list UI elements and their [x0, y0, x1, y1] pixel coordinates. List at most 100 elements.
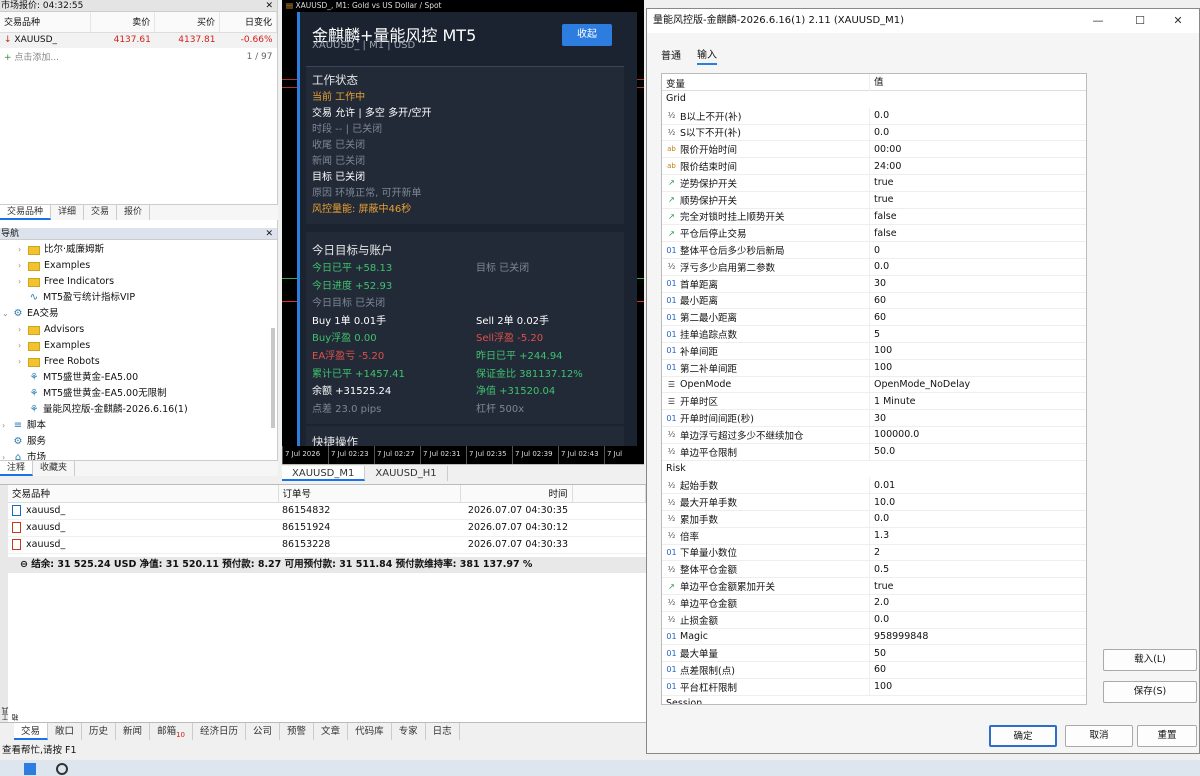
- input-value[interactable]: 5: [870, 329, 880, 340]
- input-value[interactable]: true: [870, 581, 894, 592]
- expand-arrow-icon[interactable]: ›: [2, 418, 12, 434]
- input-value[interactable]: 60: [870, 664, 886, 675]
- scrollbar-thumb[interactable]: [271, 328, 275, 428]
- toolbox-tab[interactable]: 公司: [246, 723, 281, 740]
- navigator-item[interactable]: › 比尔·威廉姆斯: [0, 242, 277, 258]
- input-row[interactable]: ↗ 逆势保护开关 true: [662, 174, 1086, 192]
- collapse-button[interactable]: 收起: [562, 24, 612, 46]
- expand-arrow-icon[interactable]: ›: [18, 354, 28, 370]
- input-row[interactable]: 01 整体平仓后多少秒后新局 0: [662, 242, 1086, 259]
- navigator-item[interactable]: ⚘ 量能风控版-金麒麟-2026.6.16(1): [0, 402, 277, 418]
- collapse-icon[interactable]: ⊖: [20, 559, 31, 570]
- tab-symbols[interactable]: 交易品种: [0, 205, 52, 220]
- input-row[interactable]: 01 点差限制(点) 60: [662, 662, 1086, 679]
- input-row[interactable]: ½ 单边平仓限制 50.0: [662, 443, 1086, 461]
- input-value[interactable]: 2.0: [870, 597, 889, 608]
- tab-details[interactable]: 详细: [51, 205, 85, 220]
- toolbox-tab[interactable]: 代码库: [348, 723, 392, 740]
- close-icon[interactable]: ✕: [1161, 9, 1195, 33]
- navigator-item[interactable]: › Free Robots: [0, 354, 277, 370]
- navigator-item[interactable]: ⚙ 服务: [0, 434, 277, 450]
- toolbox-tab[interactable]: 邮箱10: [150, 723, 193, 740]
- input-row[interactable]: 01 开单时间间距(秒) 30: [662, 410, 1086, 427]
- tab-favorites[interactable]: 收藏夹: [33, 461, 76, 476]
- input-value[interactable]: 0.0: [870, 127, 889, 138]
- input-row[interactable]: 01 首单距离 30: [662, 275, 1086, 293]
- navigator-item[interactable]: ∿ MT5盈亏统计指标VIP: [0, 290, 277, 306]
- order-row[interactable]: xauusd_ 86154832 2026.07.07 04:30:35: [8, 502, 646, 520]
- save-button[interactable]: 保存(S): [1103, 681, 1197, 703]
- input-value[interactable]: 30: [870, 278, 886, 289]
- navigator-item[interactable]: › Advisors: [0, 322, 277, 338]
- input-row[interactable]: ab 限价开始时间 00:00: [662, 141, 1086, 159]
- column-header[interactable]: 交易品种: [0, 12, 91, 33]
- input-row[interactable]: 01 最大单量 50: [662, 645, 1086, 663]
- column-header[interactable]: 日变化: [219, 12, 277, 33]
- toolbox-tab[interactable]: 交易: [14, 723, 49, 740]
- input-row[interactable]: ½ 整体平仓金额 0.5: [662, 561, 1086, 579]
- input-value[interactable]: 1 Minute: [870, 396, 916, 407]
- maximize-icon[interactable]: ☐: [1123, 9, 1157, 33]
- input-row[interactable]: 01 最小距离 60: [662, 292, 1086, 310]
- expand-arrow-icon[interactable]: ›: [18, 242, 28, 258]
- input-value[interactable]: 60: [870, 295, 886, 306]
- input-row[interactable]: 01 下单量小数位 2: [662, 544, 1086, 562]
- input-value[interactable]: 100: [870, 345, 892, 356]
- input-row[interactable]: ½ 倍率 1.3: [662, 527, 1086, 545]
- input-value[interactable]: 100000.0: [870, 429, 919, 440]
- close-icon[interactable]: ✕: [265, 0, 273, 12]
- input-value[interactable]: 50.0: [870, 446, 895, 457]
- input-row[interactable]: ½ 起始手数 0.01: [662, 477, 1086, 495]
- expand-arrow-icon[interactable]: ⌄: [2, 306, 12, 322]
- expand-arrow-icon[interactable]: ›: [18, 338, 28, 354]
- input-row[interactable]: ½ 单边浮亏超过多少不继续加仓 100000.0: [662, 426, 1086, 444]
- toolbox-tab[interactable]: 日志: [426, 723, 460, 740]
- toolbox-tab[interactable]: 历史: [82, 723, 117, 740]
- input-value[interactable]: 0.0: [870, 261, 889, 272]
- input-row[interactable]: ½ S以下不开(补) 0.0: [662, 124, 1086, 142]
- order-row[interactable]: xauusd_ 86151924 2026.07.07 04:30:12: [8, 519, 646, 537]
- navigator-item[interactable]: › Free Indicators: [0, 274, 277, 290]
- toolbox-tab[interactable]: 文章: [314, 723, 349, 740]
- column-header[interactable]: 变量: [662, 74, 870, 91]
- input-value[interactable]: 1.3: [870, 530, 889, 541]
- column-header[interactable]: 卖价: [90, 12, 156, 33]
- input-value[interactable]: true: [870, 177, 894, 188]
- input-row[interactable]: ½ B以上不开(补) 0.0: [662, 107, 1086, 125]
- input-value[interactable]: 0.0: [870, 513, 889, 524]
- input-value[interactable]: false: [870, 228, 897, 239]
- add-symbol-row[interactable]: + 点击添加... 1 / 97: [0, 48, 277, 65]
- expand-arrow-icon[interactable]: ›: [18, 322, 28, 338]
- expand-arrow-icon[interactable]: ›: [18, 258, 28, 274]
- navigator-item[interactable]: ⌄ ⚙ EA交易: [0, 306, 277, 322]
- cancel-button[interactable]: 取消: [1065, 725, 1133, 747]
- input-value[interactable]: 0.01: [870, 480, 895, 491]
- search-icon[interactable]: [56, 763, 68, 775]
- tab-chart-h1[interactable]: XAUUSD_H1: [365, 466, 448, 481]
- input-value[interactable]: 958999848: [870, 631, 928, 642]
- input-value[interactable]: 50: [870, 648, 886, 659]
- ok-button[interactable]: 确定: [989, 725, 1057, 747]
- input-value[interactable]: 10.0: [870, 497, 895, 508]
- toolbox-tab[interactable]: 新闻: [116, 723, 151, 740]
- input-value[interactable]: OpenMode_NoDelay: [870, 379, 970, 390]
- column-header[interactable]: 交易品种: [8, 485, 279, 503]
- column-header[interactable]: 买价: [154, 12, 220, 33]
- reset-button[interactable]: 重置: [1137, 725, 1197, 747]
- input-value[interactable]: 100: [870, 362, 892, 373]
- expand-arrow-icon[interactable]: ›: [18, 274, 28, 290]
- input-value[interactable]: 24:00: [870, 161, 901, 172]
- navigator-item[interactable]: › ⌂ 市场: [0, 450, 277, 460]
- expand-arrow-icon[interactable]: ›: [2, 450, 12, 460]
- input-row[interactable]: ½ 最大开单手数 10.0: [662, 494, 1086, 511]
- input-value[interactable]: 0: [870, 245, 880, 256]
- input-row[interactable]: 01 第二最小距离 60: [662, 309, 1086, 327]
- windows-start-icon[interactable]: [24, 763, 36, 775]
- navigator-item[interactable]: ⚘ MT5盛世黄金-EA5.00: [0, 370, 277, 386]
- chart-window[interactable]: ▤ XAUUSD_, M1: Gold vs US Dollar / Spot …: [282, 0, 644, 464]
- tab-ticks[interactable]: 报价: [117, 205, 151, 220]
- input-row[interactable]: ½ 单边平仓金额 2.0: [662, 594, 1086, 612]
- input-row[interactable]: 01 挂单追踪点数 5: [662, 326, 1086, 343]
- input-value[interactable]: 60: [870, 312, 886, 323]
- tab-common[interactable]: 普通: [661, 47, 681, 64]
